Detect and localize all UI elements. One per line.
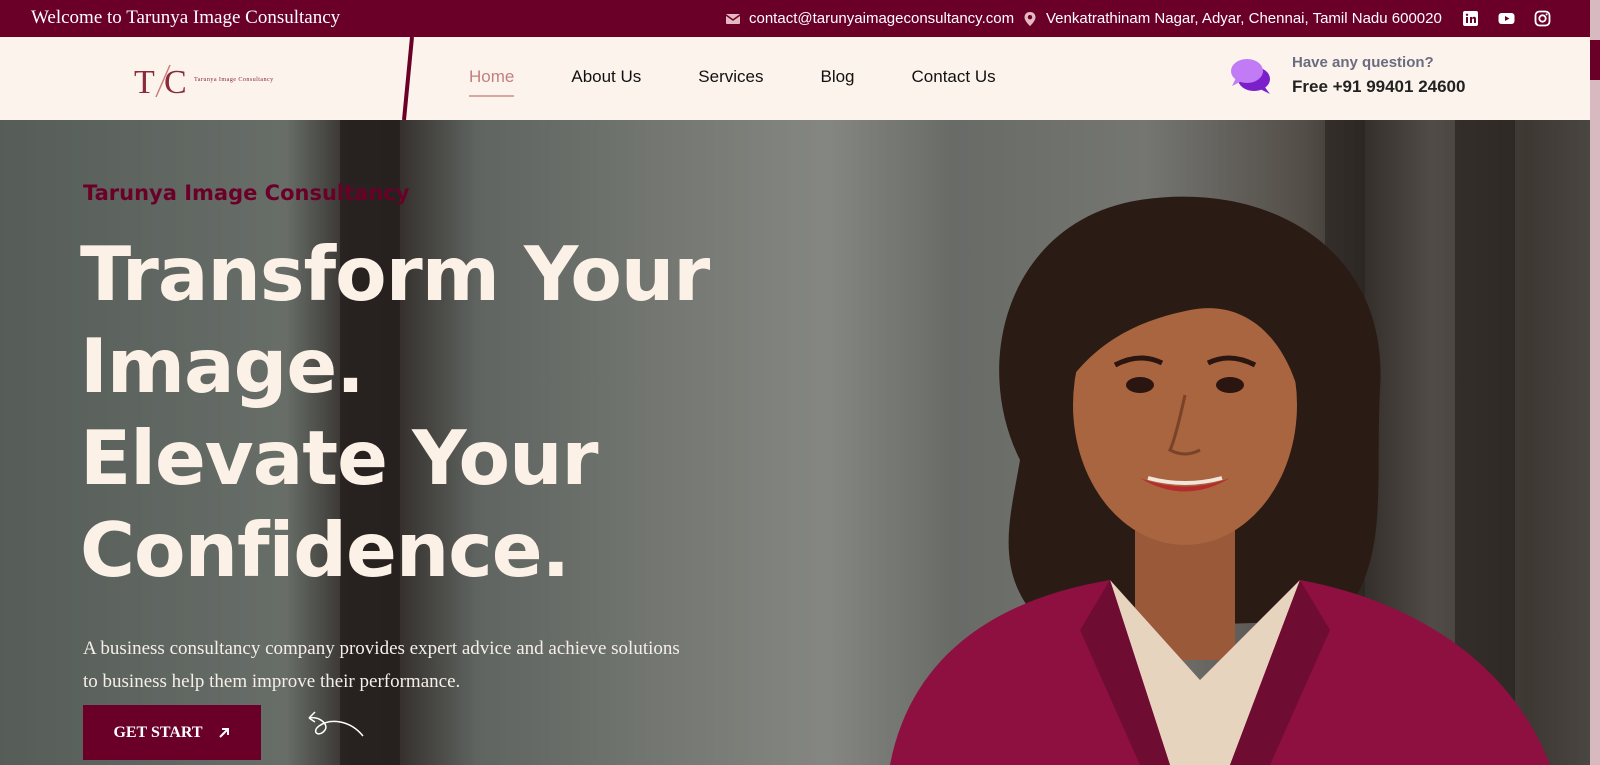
arrow-up-right-icon: [217, 726, 231, 740]
nav-contact-us[interactable]: Contact Us: [912, 67, 996, 97]
email-text[interactable]: contact@tarunyaimageconsultancy.com: [749, 10, 1014, 27]
scrollbar-thumb[interactable]: [1590, 40, 1600, 80]
headline-line: Transform Your: [80, 230, 710, 318]
instagram-icon[interactable]: [1534, 10, 1551, 27]
linkedin-icon[interactable]: [1462, 10, 1479, 27]
description-line: to business help them improve their perf…: [83, 671, 461, 692]
get-start-button[interactable]: GET START: [83, 705, 261, 760]
hero-kicker: Tarunya Image Consultancy: [83, 181, 410, 205]
envelope-icon: [725, 11, 741, 27]
welcome-text: Welcome to Tarunya Image Consultancy: [31, 7, 341, 28]
nav-links: Home About Us Services Blog Contact Us: [469, 67, 1053, 97]
headline-line: Image.: [80, 322, 365, 410]
hero-description: A business consultancy company provides …: [83, 632, 733, 698]
curved-arrow-icon: [308, 711, 364, 737]
social-links: [1462, 10, 1551, 27]
headline-line: Confidence.: [80, 506, 570, 594]
nav-divider: [400, 36, 414, 121]
svg-text:C: C: [164, 64, 187, 101]
map-pin-icon: [1022, 11, 1038, 27]
phone-number[interactable]: Free +91 99401 24600: [1292, 77, 1465, 97]
svg-text:T: T: [134, 64, 155, 101]
email-link[interactable]: contact@tarunyaimageconsultancy.com: [725, 10, 1014, 27]
top-bar: Welcome to Tarunya Image Consultancy con…: [0, 0, 1590, 37]
nav-about-us[interactable]: About Us: [571, 67, 641, 97]
site-logo[interactable]: T C Tarunya Image Consultancy: [134, 61, 284, 101]
chat-bubbles-icon: [1230, 56, 1272, 96]
address-info: Venkatrathinam Nagar, Adyar, Chennai, Ta…: [1022, 10, 1442, 27]
nav-blog[interactable]: Blog: [820, 67, 854, 97]
question-text-group: Have any question? Free +91 99401 24600: [1292, 54, 1465, 97]
consultant-photo: [890, 196, 1550, 765]
address-text: Venkatrathinam Nagar, Adyar, Chennai, Ta…: [1046, 10, 1442, 27]
logo-text: Tarunya Image Consultancy: [194, 76, 274, 83]
question-contact: Have any question? Free +91 99401 24600: [1230, 54, 1465, 97]
nav-services[interactable]: Services: [698, 67, 763, 97]
nav-home[interactable]: Home: [469, 67, 515, 97]
hero-section: Tarunya Image Consultancy Transform Your…: [0, 120, 1590, 765]
headline-line: Elevate Your: [80, 414, 598, 502]
youtube-icon[interactable]: [1498, 10, 1515, 27]
hero-headline: Transform Your Image. Elevate Your Confi…: [80, 228, 780, 596]
main-navbar: T C Tarunya Image Consultancy Home About…: [0, 36, 1590, 121]
description-line: A business consultancy company provides …: [83, 638, 680, 659]
get-start-label: GET START: [113, 723, 203, 741]
scrollbar[interactable]: [1590, 0, 1600, 765]
question-label: Have any question?: [1292, 54, 1434, 71]
